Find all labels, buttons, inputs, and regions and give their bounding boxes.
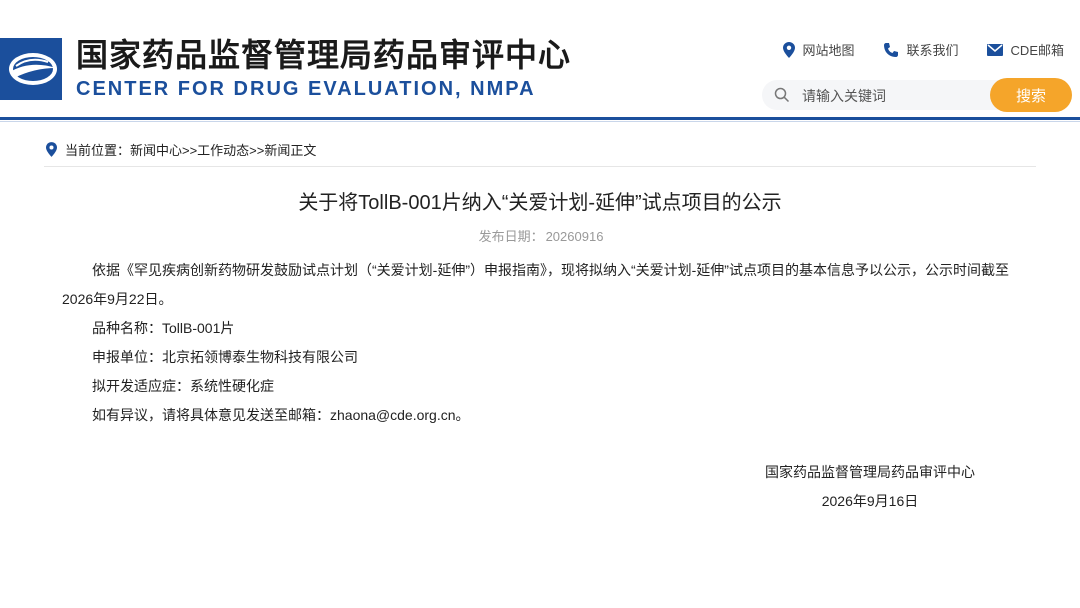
search-input[interactable] (800, 84, 984, 108)
article-body: 依据《罕见疾病创新药物研发鼓励试点计划（“关爱计划-延伸”）申报指南》，现将拟纳… (62, 256, 1022, 430)
site-header: 国家药品监督管理局药品审评中心 CENTER FOR DRUG EVALUATI… (0, 0, 1080, 118)
applicant-line: 申报单位：北京拓领博泰生物科技有限公司 (92, 349, 358, 365)
sitemap-label: 网站地图 (802, 43, 855, 58)
header-divider-light (0, 121, 1080, 122)
breadcrumb-text: 当前位置：新闻中心>>工作动态>>新闻正文 (65, 143, 317, 158)
contact-label: 联系我们 (906, 43, 959, 58)
cde-logo[interactable] (0, 38, 62, 100)
site-title-en: CENTER FOR DRUG EVALUATION, NMPA (76, 78, 536, 100)
header-divider (0, 117, 1080, 120)
breadcrumb-divider (44, 166, 1036, 167)
search-icon (774, 87, 790, 103)
article-title: 关于将TollB-001片纳入“关爱计划-延伸”试点项目的公示 (298, 192, 782, 214)
mail-icon (986, 43, 1003, 56)
breadcrumb: 当前位置：新闻中心>>工作动态>>新闻正文 (46, 140, 316, 159)
contact-link[interactable]: 联系我们 (883, 40, 959, 59)
location-pin-icon (782, 41, 795, 58)
phone-icon (883, 42, 898, 57)
indication-line: 拟开发适应症：系统性硬化症 (92, 378, 274, 394)
cde-mail-label: CDE邮箱 (1010, 43, 1064, 58)
location-pin-icon (46, 142, 57, 157)
signature-org: 国家药品监督管理局药品审评中心 (765, 464, 975, 480)
search-button[interactable]: 搜索 (990, 78, 1072, 112)
intro-paragraph: 依据《罕见疾病创新药物研发鼓励试点计划（“关爱计划-延伸”）申报指南》，现将拟纳… (62, 262, 1009, 307)
sitemap-link[interactable]: 网站地图 (782, 40, 855, 59)
top-links: 网站地图 联系我们 CDE邮箱 (782, 40, 1064, 59)
contact-line: 如有异议，请将具体意见发送至邮箱：zhaona@cde.org.cn。 (92, 407, 470, 423)
signature-block: 国家药品监督管理局药品审评中心 2026年9月16日 (730, 458, 1010, 516)
signature-date: 2026年9月16日 (821, 493, 919, 509)
publish-date: 发布日期： 20260916 (0, 226, 1080, 245)
publish-date-label: 发布日期： (478, 229, 544, 244)
publish-date-value: 20260916 (545, 229, 604, 244)
cde-mail-link[interactable]: CDE邮箱 (986, 40, 1064, 59)
site-title-cn: 国家药品监督管理局药品审评中心 (76, 37, 572, 73)
product-name-line: 品种名称：TollB-001片 (92, 320, 235, 336)
logo-emblem-icon (9, 53, 57, 85)
search-box: 搜索 (762, 78, 1072, 112)
